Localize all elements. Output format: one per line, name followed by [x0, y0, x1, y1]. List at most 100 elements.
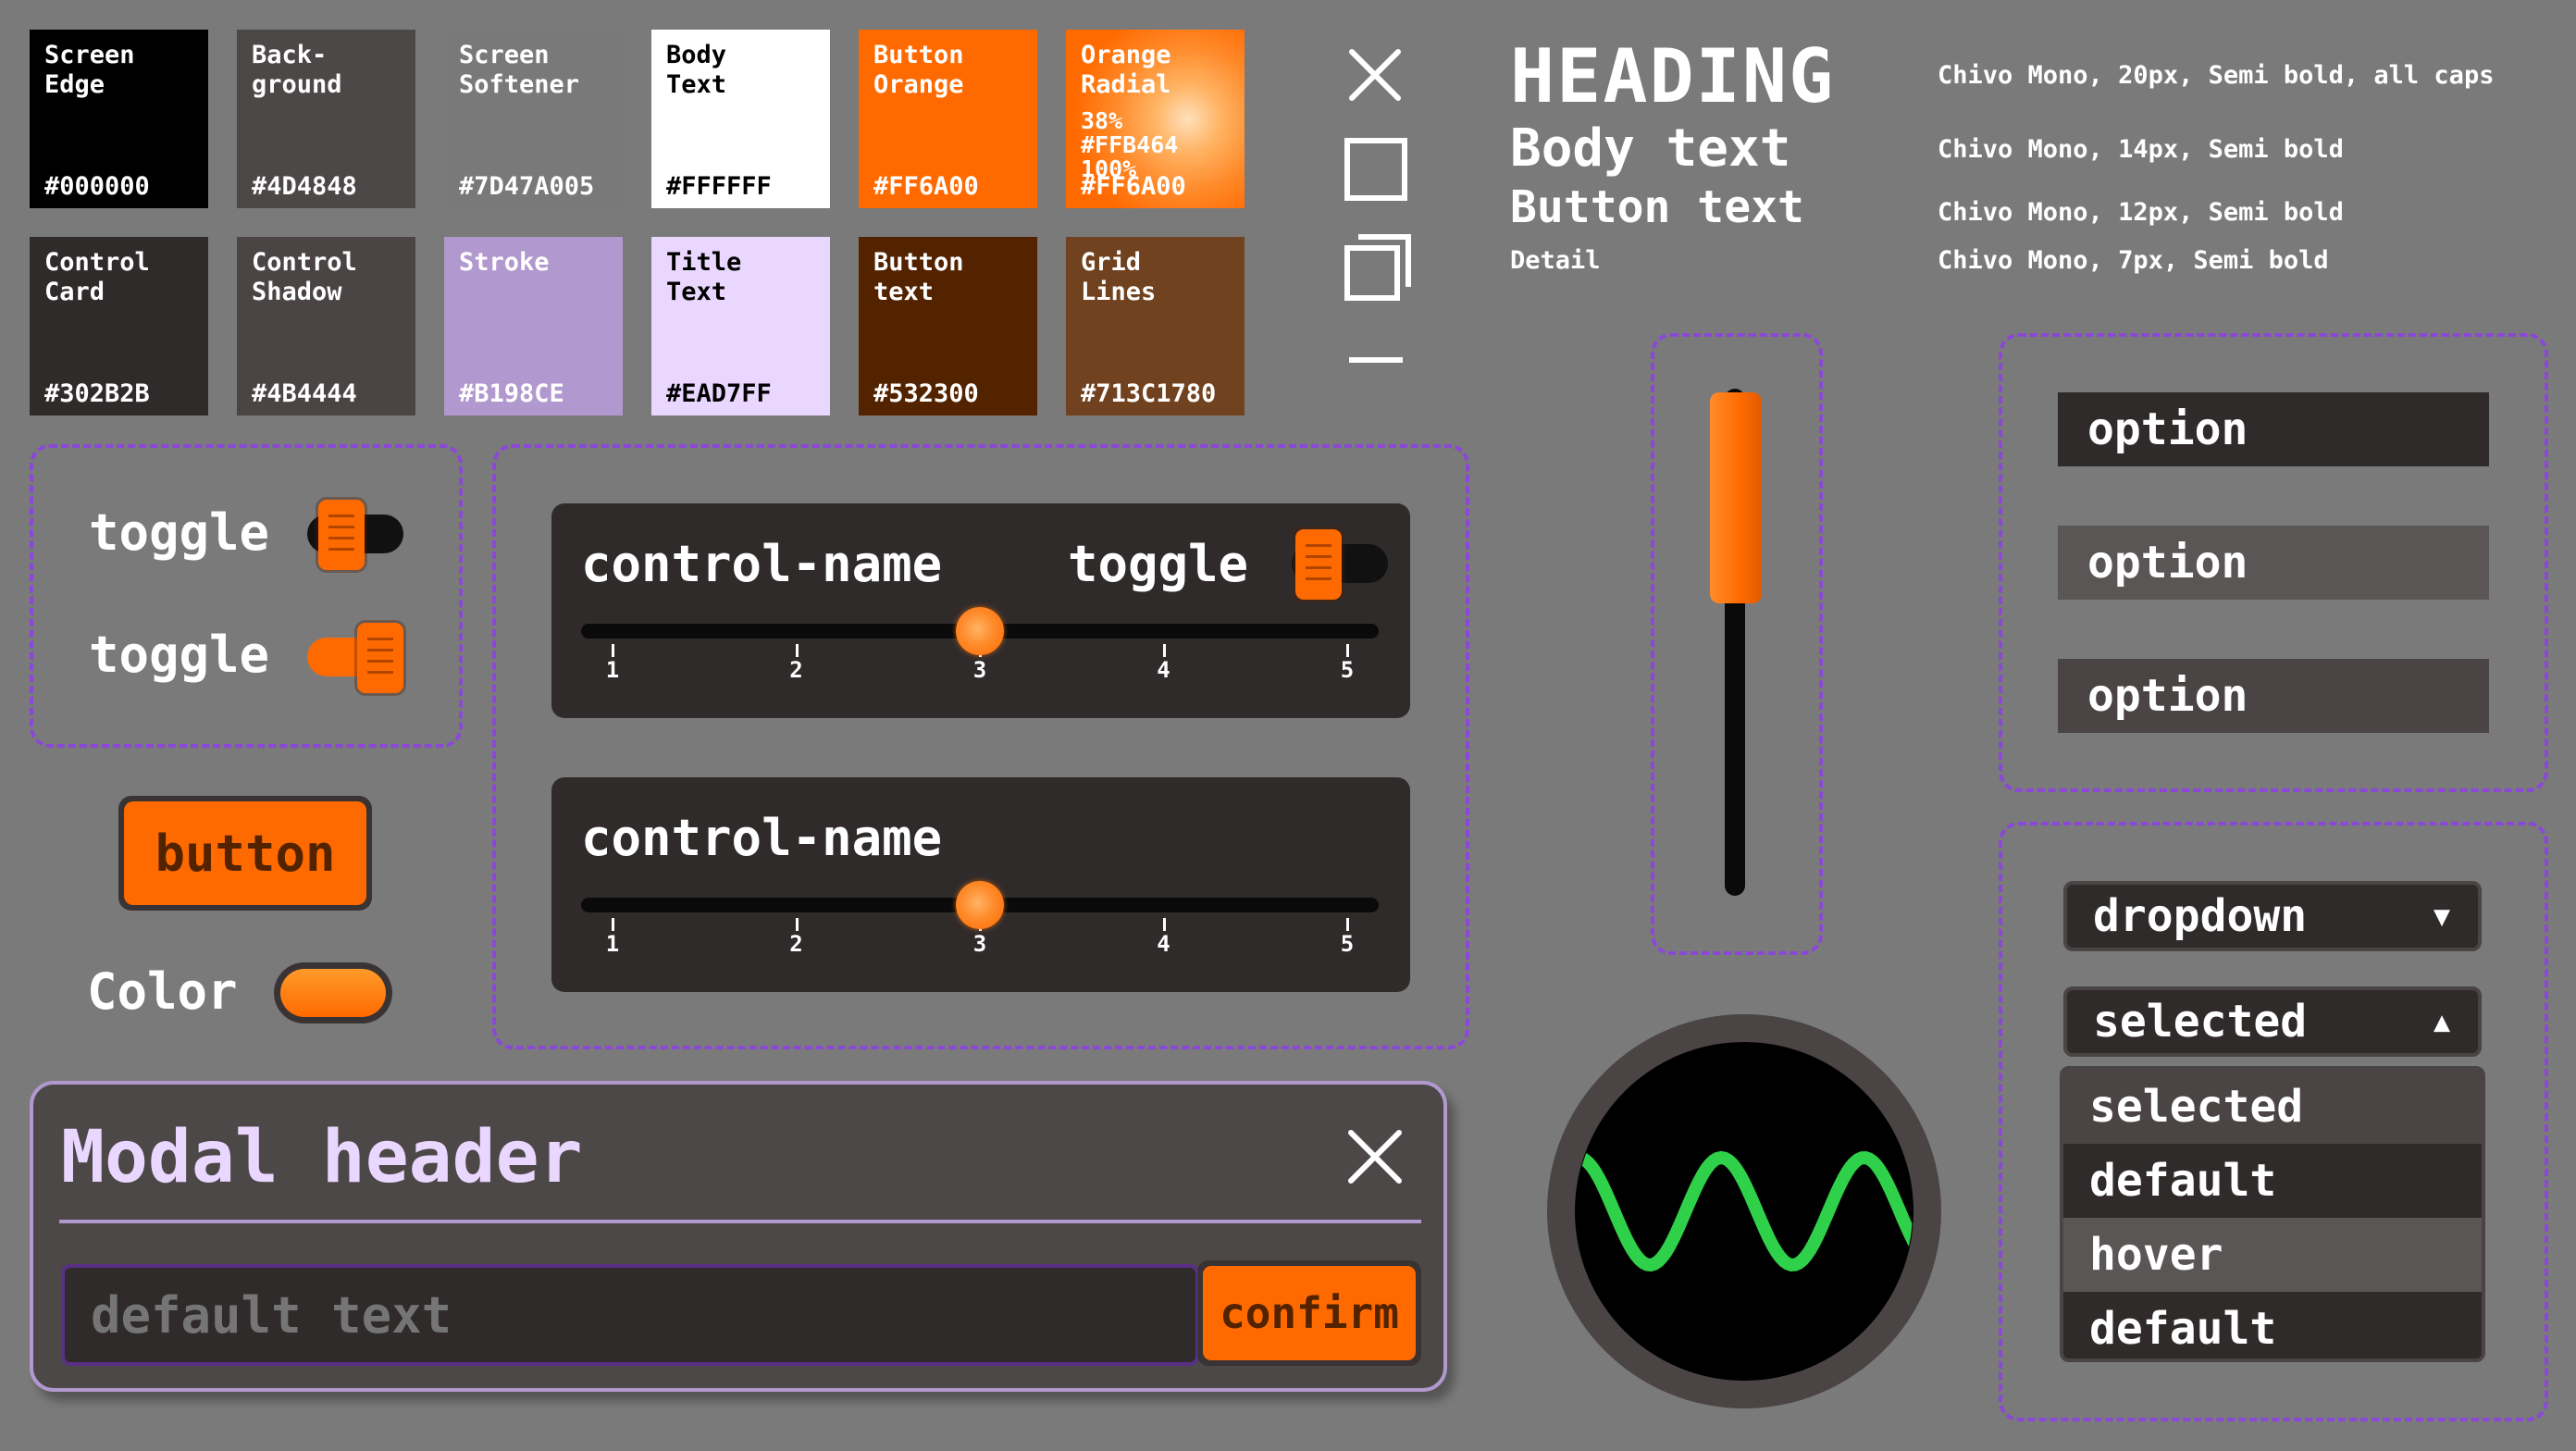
- swatch-name: Grid Lines: [1081, 248, 1157, 306]
- dropdown-item-default[interactable]: default: [2063, 1144, 2482, 1218]
- heading-sample: HEADING: [1510, 33, 1836, 119]
- swatch-control-card: Control Card #302B2B: [30, 237, 208, 415]
- detail-sample: Detail: [1510, 246, 1601, 275]
- swatch-body-text: Body Text #FFFFFF: [651, 30, 830, 208]
- swatch-code: #4D4848: [252, 172, 357, 201]
- swatch-name: Orange Radial: [1081, 41, 1171, 99]
- swatch-name: Button text: [873, 248, 964, 306]
- dropdown-open[interactable]: selected ▲: [2063, 986, 2482, 1057]
- dropdown-closed[interactable]: dropdown ▼: [2063, 881, 2482, 951]
- swatch-code: #713C1780: [1081, 379, 1217, 408]
- primary-button-label: button: [124, 801, 366, 905]
- color-label: Color: [87, 962, 238, 1021]
- slider-tick-label: 2: [789, 657, 803, 683]
- dropdown-item-hover[interactable]: hover: [2063, 1218, 2482, 1292]
- control-name-1: control-name: [581, 535, 943, 593]
- swatch-code: #000000: [44, 172, 150, 201]
- slider-tick: [1346, 644, 1349, 657]
- dropdown-closed-label: dropdown: [2093, 890, 2308, 942]
- swatch-name: Screen Edge: [44, 41, 135, 99]
- button-spec: Chivo Mono, 12px, Semi bold: [1938, 198, 2344, 227]
- heading-spec: Chivo Mono, 20px, Semi bold, all caps: [1938, 61, 2495, 90]
- oscilloscope-display: [1547, 1014, 1941, 1408]
- body-text-sample: Body text: [1510, 118, 1791, 179]
- slider-knob[interactable]: [956, 881, 1004, 929]
- swatch-code: #4B4444: [252, 379, 357, 408]
- vertical-slider-handle[interactable]: [1710, 392, 1762, 604]
- slider-tick-label: 1: [605, 657, 620, 683]
- slider-tick-label: 5: [1340, 657, 1355, 683]
- body-spec: Chivo Mono, 14px, Semi bold: [1938, 135, 2344, 164]
- swatch-name: Stroke: [459, 248, 550, 277]
- dropdown-item-default-2[interactable]: default: [2063, 1292, 2482, 1358]
- control-toggle-label: toggle: [1068, 535, 1249, 593]
- toggle-label-1: toggle: [89, 503, 270, 562]
- control-card-1: control-name toggle 1 2 3 4 5: [551, 503, 1410, 718]
- button-text-sample: Button text: [1510, 181, 1804, 233]
- modal-close-icon[interactable]: [1345, 1127, 1405, 1186]
- toggle-label-2: toggle: [89, 626, 270, 684]
- slider-tick-label: 4: [1157, 657, 1170, 683]
- modal: Modal header confirm: [30, 1081, 1447, 1392]
- caret-up-icon: ▲: [2433, 1005, 2450, 1038]
- option-2[interactable]: option: [2058, 526, 2489, 600]
- swatch-screen-edge: Screen Edge #000000: [30, 30, 208, 208]
- swatch-grid-lines: Grid Lines #713C1780: [1066, 237, 1245, 415]
- swatch-control-shadow: Control Shadow #4B4444: [237, 237, 415, 415]
- maximize-icon[interactable]: [1344, 137, 1408, 202]
- dropdown-item-selected[interactable]: selected: [2063, 1070, 2482, 1144]
- swatch-button-orange: Button Orange #FF6A00: [859, 30, 1037, 208]
- slider-tick-label: 3: [972, 931, 987, 957]
- swatch-button-text: Button text #532300: [859, 237, 1037, 415]
- close-icon[interactable]: [1346, 46, 1404, 104]
- confirm-button-label: confirm: [1203, 1266, 1416, 1360]
- swatch-orange-radial: Orange Radial 38% #FFB464 100% #FF6A00: [1066, 30, 1245, 208]
- swatch-code: #FF6A00: [873, 172, 979, 201]
- slider-tick-label: 1: [605, 931, 620, 957]
- modal-text-input[interactable]: [61, 1264, 1199, 1366]
- slider-tick: [612, 918, 614, 931]
- swatch-name: Control Shadow: [252, 248, 357, 306]
- swatch-name: Button Orange: [873, 41, 964, 99]
- option-1[interactable]: option: [2058, 392, 2489, 466]
- control-name-2: control-name: [581, 809, 943, 867]
- color-picker[interactable]: [274, 962, 392, 1023]
- swatch-code: #7D47A005: [459, 172, 595, 201]
- caret-down-icon: ▼: [2433, 899, 2450, 933]
- swatch-screen-softener: Screen Softener #7D47A005: [444, 30, 623, 208]
- detail-spec: Chivo Mono, 7px, Semi bold: [1938, 246, 2329, 275]
- swatch-name: Back- ground: [252, 41, 342, 99]
- swatch-stroke: Stroke #B198CE: [444, 237, 623, 415]
- primary-button[interactable]: button: [118, 796, 372, 911]
- option-3[interactable]: option: [2058, 659, 2489, 733]
- swatch-code: #302B2B: [44, 379, 150, 408]
- swatch-name: Title Text: [666, 248, 742, 306]
- swatch-code: #B198CE: [459, 379, 564, 408]
- modal-divider: [59, 1220, 1421, 1223]
- swatch-name: Body Text: [666, 41, 727, 99]
- slider-knob[interactable]: [956, 607, 1004, 655]
- minimize-icon[interactable]: [1349, 357, 1403, 363]
- swatch-code: #FF6A00: [1081, 172, 1186, 201]
- swatch-code: #532300: [873, 379, 979, 408]
- restore-icon[interactable]: [1344, 233, 1414, 304]
- slider-tick: [612, 644, 614, 657]
- slider-tick-label: 3: [972, 657, 987, 683]
- confirm-button[interactable]: confirm: [1197, 1260, 1421, 1366]
- swatch-back-ground: Back- ground #4D4848: [237, 30, 415, 208]
- slider-tick-label: 5: [1340, 931, 1355, 957]
- slider-tick: [795, 918, 799, 931]
- slider-tick: [1162, 644, 1166, 657]
- dropdown-menu: selected default hover default: [2060, 1066, 2485, 1362]
- swatch-name: Control Card: [44, 248, 150, 306]
- dropdown-open-label: selected: [2093, 996, 2308, 1048]
- slider-tick-label: 4: [1157, 931, 1170, 957]
- swatch-name: Screen Softener: [459, 41, 580, 99]
- control-card-2: control-name 1 2 3 4 5: [551, 777, 1410, 992]
- swatch-gradient-stops: 38% #FFB464 100%: [1081, 107, 1179, 182]
- swatch-code: #FFFFFF: [666, 172, 772, 201]
- modal-header: Modal header: [61, 1116, 583, 1199]
- slider-tick: [795, 644, 799, 657]
- swatch-code: #EAD7FF: [666, 379, 772, 408]
- toggle-group: [30, 444, 463, 748]
